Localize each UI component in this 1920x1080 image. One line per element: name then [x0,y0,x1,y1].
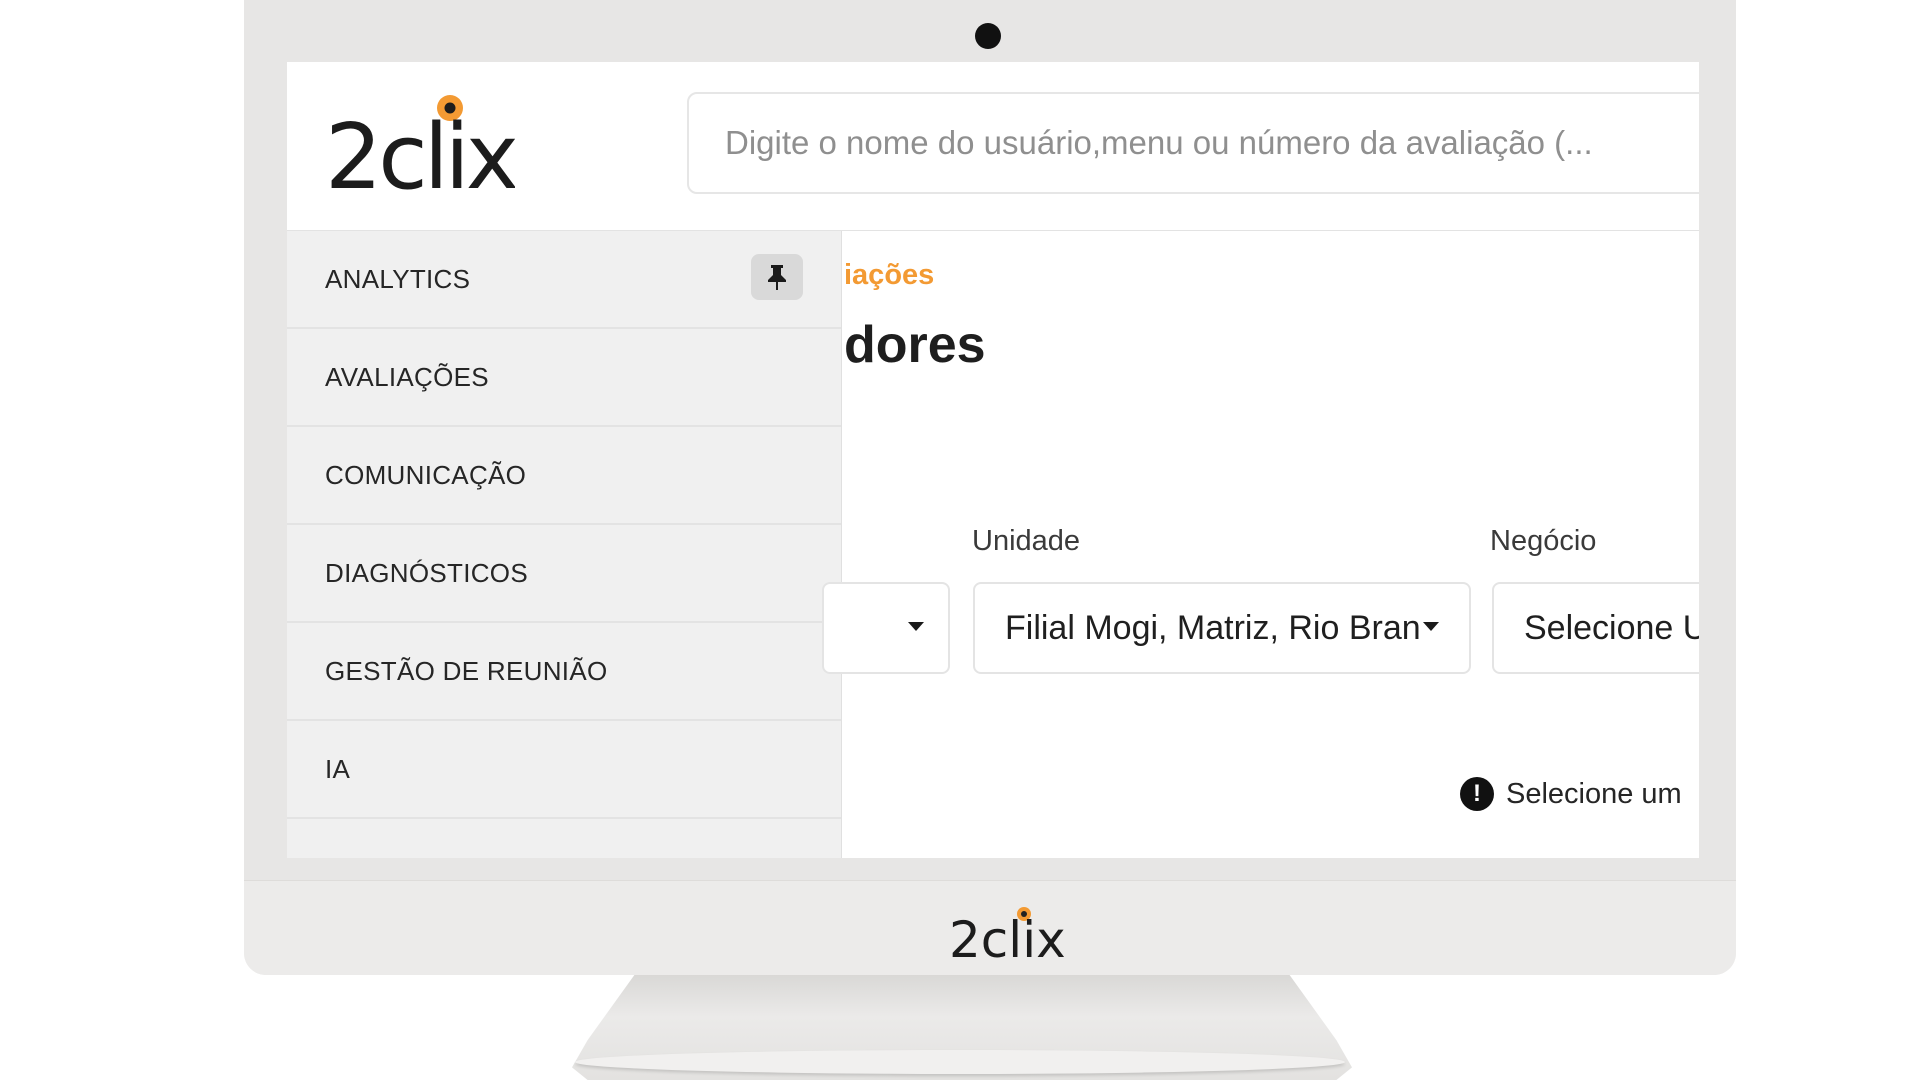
chin-logo: 2clix [949,903,1069,970]
app-header: 2clix Digite o nome do usuário,menu ou n… [287,62,1699,231]
sidebar-item-label: DIAGNÓSTICOS [325,557,528,588]
brand-logo: 2clix [325,95,521,210]
app-screen: 2clix Digite o nome do usuário,menu ou n… [287,62,1699,858]
sidebar-item-label: COMUNICAÇÃO [325,459,527,490]
sidebar-item-label: IA [325,753,351,784]
sidebar-item-diagnosticos[interactable]: DIAGNÓSTICOS [287,525,841,623]
sidebar-item-label: GESTÃO DE REUNIÃO [325,655,608,686]
search-placeholder: Digite o nome do usuário,menu ou número … [725,124,1593,161]
negocio-value: Selecione U [1524,608,1699,647]
sidebar-item-avaliacoes[interactable]: AVALIAÇÕES [287,329,841,427]
pin-button[interactable] [751,254,803,300]
monitor-stand-base [575,1050,1345,1074]
unidade-select[interactable]: Filial Mogi, Matriz, Rio Bran [973,582,1471,674]
sidebar-menu: ANALYTICS AVALIAÇÕES COMUNICAÇÃO DIAGNÓS… [287,231,842,858]
negocio-select[interactable]: Selecione U [1492,582,1699,674]
negocio-label: Negócio [1490,525,1597,557]
sidebar-item-ia[interactable]: IA [287,721,841,819]
filter-select-partial[interactable] [822,582,950,674]
sidebar-item-label: AVALIAÇÕES [325,361,489,392]
breadcrumb[interactable]: iações [844,259,934,292]
brand-logo-small: 2clix [949,907,1066,969]
app-logo[interactable]: 2clix [325,92,521,210]
sidebar-item-comunicacao[interactable]: COMUNICAÇÃO [287,427,841,525]
chevron-down-icon [1423,622,1439,631]
search-input[interactable]: Digite o nome do usuário,menu ou número … [687,92,1699,194]
alert-icon: ! [1460,777,1494,811]
monitor-chin: 2clix [244,880,1736,975]
validation-text: Selecione um [1506,777,1682,810]
pin-icon [768,265,786,290]
page-title: dores [844,316,986,374]
brand-logo-text: 2clix [325,105,515,198]
unidade-label: Unidade [972,525,1081,557]
camera-dot [975,23,1001,49]
sidebar-item-gestao-de-reuniao[interactable]: GESTÃO DE REUNIÃO [287,623,841,721]
unidade-value: Filial Mogi, Matriz, Rio Bran [1005,608,1421,647]
sidebar-item-analytics[interactable]: ANALYTICS [287,231,841,329]
main-content: iações dores Unidade Filial Mogi, Matriz… [822,231,1699,858]
validation-message: ! Selecione um [1460,777,1682,811]
brand-logo-text: 2clix [949,911,1066,965]
sidebar-item-label: ANALYTICS [325,263,471,294]
chevron-down-icon [908,622,924,631]
